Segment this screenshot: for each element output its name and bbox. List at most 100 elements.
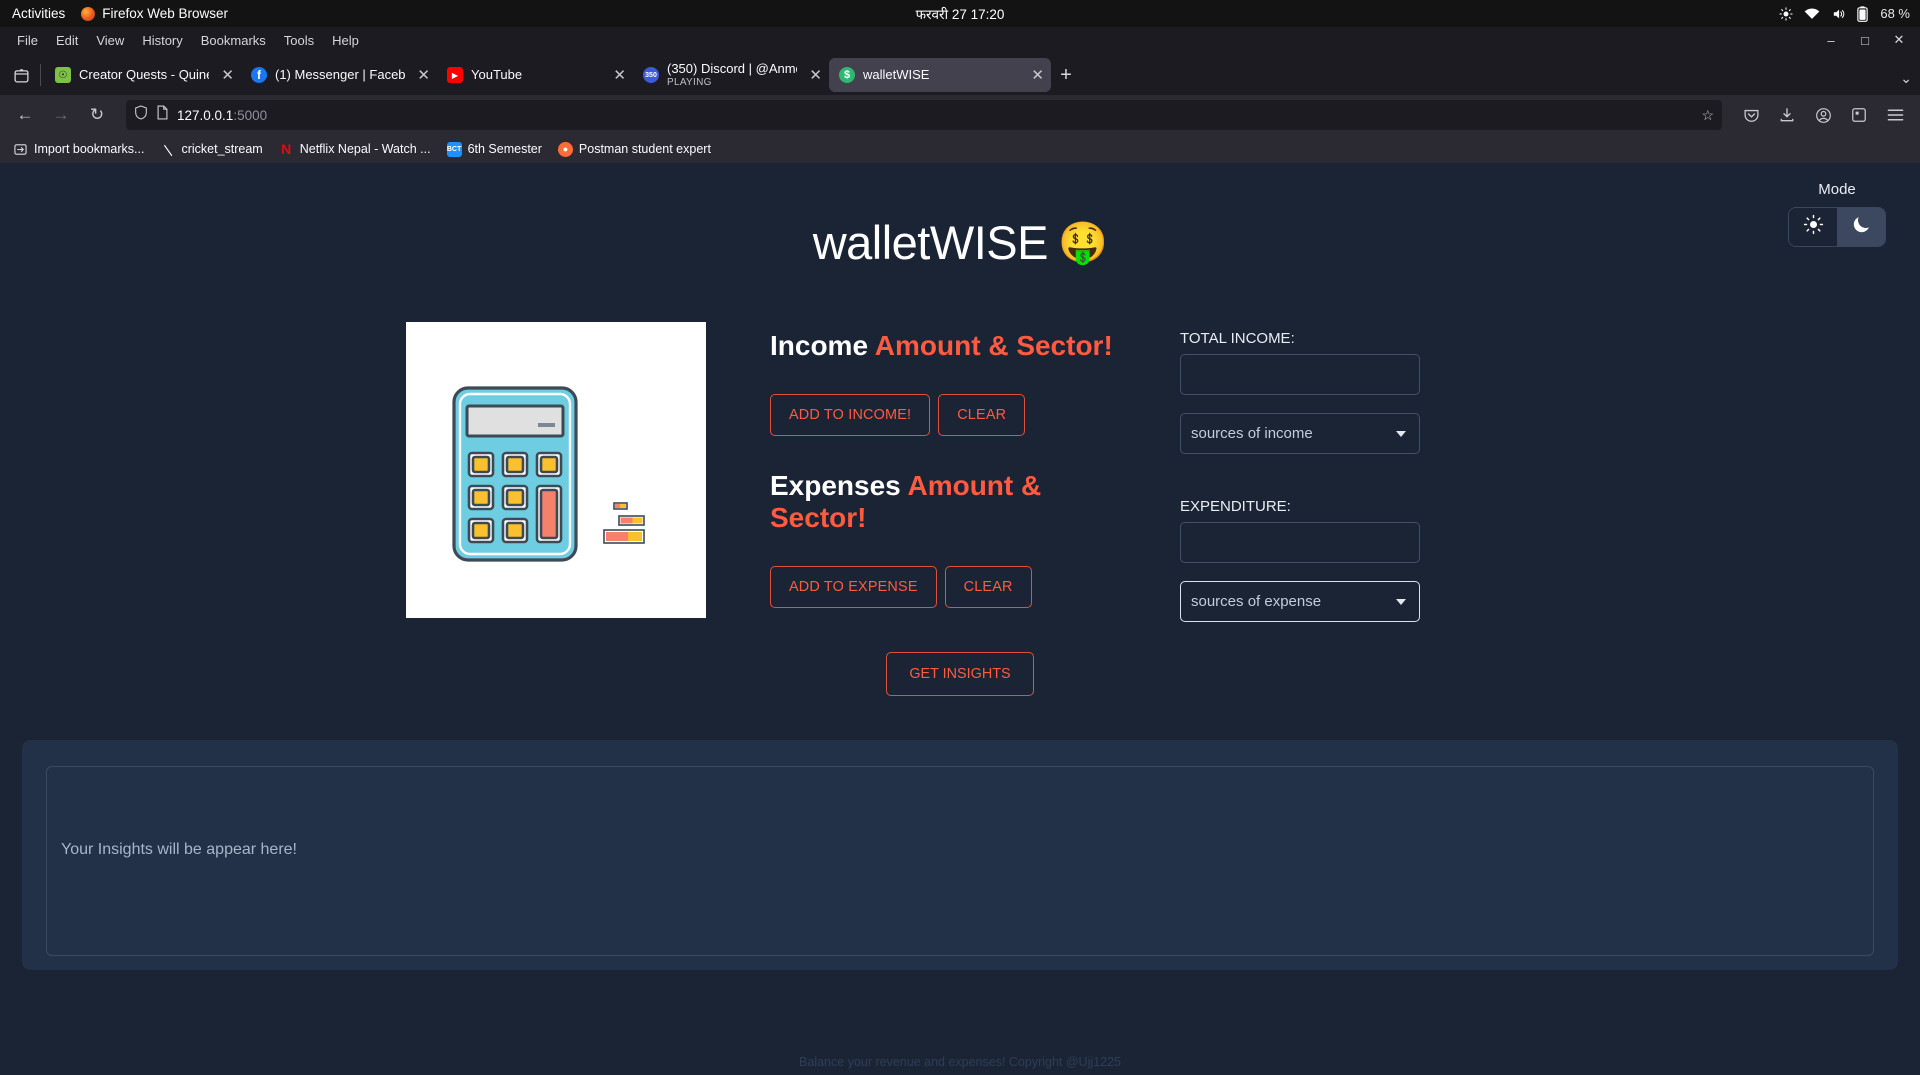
tab-discord[interactable]: 350 (350) Discord | @Anmol B PLAYING ✕ <box>633 58 829 92</box>
clock[interactable]: फरवरी 27 17:20 <box>916 5 1005 23</box>
minimize-icon[interactable]: – <box>1816 29 1846 51</box>
get-insights-button[interactable]: GET INSIGHTS <box>886 652 1034 696</box>
tab-close-icon[interactable]: ✕ <box>417 66 430 84</box>
tab-creator-quests[interactable]: ☉ Creator Quests - Quine ✕ <box>45 58 241 92</box>
volume-icon <box>1831 7 1846 21</box>
bookmark-star-icon[interactable]: ☆ <box>1701 107 1714 124</box>
menu-tools[interactable]: Tools <box>275 31 323 50</box>
system-tray[interactable]: 68 % <box>1779 0 1910 27</box>
footer-copyright: Balance your revenue and expenses! Copyr… <box>799 1055 1121 1069</box>
window-controls[interactable]: – □ ✕ <box>1816 29 1914 51</box>
sun-icon <box>1803 214 1824 240</box>
expense-source-wrap: sources of expense <box>1180 581 1420 622</box>
tab-title: YouTube <box>471 66 523 82</box>
tab-youtube[interactable]: ▶ YouTube ✕ <box>437 58 633 92</box>
bookmark-label: Netflix Nepal - Watch ... <box>299 142 431 156</box>
tab-strip: ☉ Creator Quests - Quine ✕ f (1) Messeng… <box>0 53 1920 95</box>
brightness-icon <box>1779 6 1793 21</box>
page-info-icon[interactable] <box>156 105 169 125</box>
bct-icon: BCT <box>446 141 462 157</box>
tab-subtitle: PLAYING <box>667 76 712 88</box>
url-port: :5000 <box>233 107 268 123</box>
firefox-menubar: File Edit View History Bookmarks Tools H… <box>0 27 1920 53</box>
income-actions: ADD TO INCOME! CLEAR <box>770 394 1130 436</box>
money-mouth-emoji-icon: 🤑 <box>1057 221 1108 265</box>
total-income-input[interactable] <box>1180 354 1420 395</box>
bookmark-label: 6th Semester <box>467 142 542 156</box>
cricket-icon: ❘ <box>158 139 177 158</box>
income-heading-suffix: ! <box>1103 330 1113 361</box>
bookmark-netflix[interactable]: N Netflix Nepal - Watch ... <box>272 140 438 159</box>
tab-close-icon[interactable]: ✕ <box>613 66 626 84</box>
url-text[interactable]: 127.0.0.1:5000 <box>177 108 267 123</box>
downloads-icon[interactable] <box>1770 100 1804 130</box>
expenses-actions: ADD TO EXPENSE CLEAR <box>770 566 1130 608</box>
firefox-icon <box>81 6 96 21</box>
navigation-toolbar: ← → ↻ 127.0.0.1:5000 ☆ <box>0 95 1920 135</box>
bookmark-postman[interactable]: ● Postman student expert <box>551 140 718 159</box>
menu-view[interactable]: View <box>87 31 133 50</box>
dark-mode-button[interactable] <box>1837 208 1885 246</box>
menu-file[interactable]: File <box>8 31 47 50</box>
expenses-heading-plain: Expenses <box>770 470 908 501</box>
headings-and-actions: Income Amount & Sector! ADD TO INCOME! C… <box>770 322 1130 622</box>
expense-source-select[interactable]: sources of expense <box>1180 581 1420 622</box>
mode-toggle-group[interactable] <box>1788 207 1886 247</box>
light-mode-button[interactable] <box>1789 208 1837 246</box>
menu-history[interactable]: History <box>133 31 191 50</box>
tab-close-icon[interactable]: ✕ <box>221 66 234 84</box>
tab-title: walletWISE <box>863 66 930 82</box>
menu-edit[interactable]: Edit <box>47 31 87 50</box>
income-heading-accent: Amount & Sector <box>874 330 1104 361</box>
insights-action: GET INSIGHTS <box>0 652 1920 696</box>
tab-walletwise[interactable]: $ walletWISE ✕ <box>829 58 1051 92</box>
tab-title: (350) Discord | @Anmol B <box>667 60 797 76</box>
income-source-select[interactable]: sources of income <box>1180 413 1420 454</box>
tab-messenger-facebook[interactable]: f (1) Messenger | Facebook ✕ <box>241 58 437 92</box>
total-income-label: TOTAL INCOME: <box>1180 330 1295 347</box>
tab-close-icon[interactable]: ✕ <box>809 66 822 84</box>
menu-help[interactable]: Help <box>323 31 368 50</box>
app-menu-icon[interactable] <box>1878 100 1912 130</box>
shield-icon[interactable] <box>134 105 148 125</box>
mode-label: Mode <box>1818 181 1856 198</box>
maximize-icon[interactable]: □ <box>1850 29 1880 51</box>
battery-percent: 68 % <box>1880 6 1910 21</box>
current-app-indicator[interactable]: Firefox Web Browser <box>81 6 228 21</box>
list-all-tabs-icon[interactable] <box>4 58 38 92</box>
bookmark-6th-semester[interactable]: BCT 6th Semester <box>440 140 549 159</box>
input-fields: TOTAL INCOME: sources of income EXPENDIT… <box>1180 322 1420 622</box>
add-to-income-button[interactable]: ADD TO INCOME! <box>770 394 931 436</box>
youtube-icon: ▶ <box>447 67 463 83</box>
clear-income-button[interactable]: CLEAR <box>938 394 1026 436</box>
new-tab-button[interactable]: + <box>1051 60 1081 90</box>
reload-icon[interactable]: ↻ <box>80 100 114 130</box>
tab-close-icon[interactable]: ✕ <box>1031 66 1044 84</box>
toolbar-actions <box>1734 100 1912 130</box>
account-icon[interactable] <box>1806 100 1840 130</box>
add-to-expense-button[interactable]: ADD TO EXPENSE <box>770 566 937 608</box>
moon-icon <box>1851 214 1872 240</box>
tabstrip-divider <box>40 64 41 86</box>
pocket-icon[interactable] <box>1734 100 1768 130</box>
bookmarks-toolbar: Import bookmarks... ❘ cricket_stream N N… <box>0 135 1920 163</box>
activities-button[interactable]: Activities <box>0 6 81 21</box>
facebook-icon: f <box>251 67 267 83</box>
tabstrip-overflow-icon[interactable]: ⌄ <box>1900 70 1912 87</box>
close-icon[interactable]: ✕ <box>1884 29 1914 51</box>
clear-expense-button[interactable]: CLEAR <box>944 566 1032 608</box>
expenditure-input[interactable] <box>1180 522 1420 563</box>
address-bar[interactable]: 127.0.0.1:5000 ☆ <box>126 100 1722 130</box>
url-host: 127.0.0.1 <box>177 107 234 123</box>
menu-bookmarks[interactable]: Bookmarks <box>192 31 275 50</box>
expenses-heading: Expenses Amount & Sector! <box>770 470 1130 534</box>
insights-box: Your Insights will be appear here! <box>46 766 1874 956</box>
bookmark-import[interactable]: Import bookmarks... <box>6 140 151 159</box>
extensions-icon[interactable] <box>1842 100 1876 130</box>
current-app-label: Firefox Web Browser <box>102 6 229 21</box>
insights-placeholder-text: Your Insights will be appear here! <box>61 841 297 858</box>
forward-icon[interactable]: → <box>44 100 78 130</box>
back-icon[interactable]: ← <box>8 100 42 130</box>
bookmark-cricket-stream[interactable]: ❘ cricket_stream <box>153 139 269 159</box>
calculator-illustration <box>406 322 706 618</box>
